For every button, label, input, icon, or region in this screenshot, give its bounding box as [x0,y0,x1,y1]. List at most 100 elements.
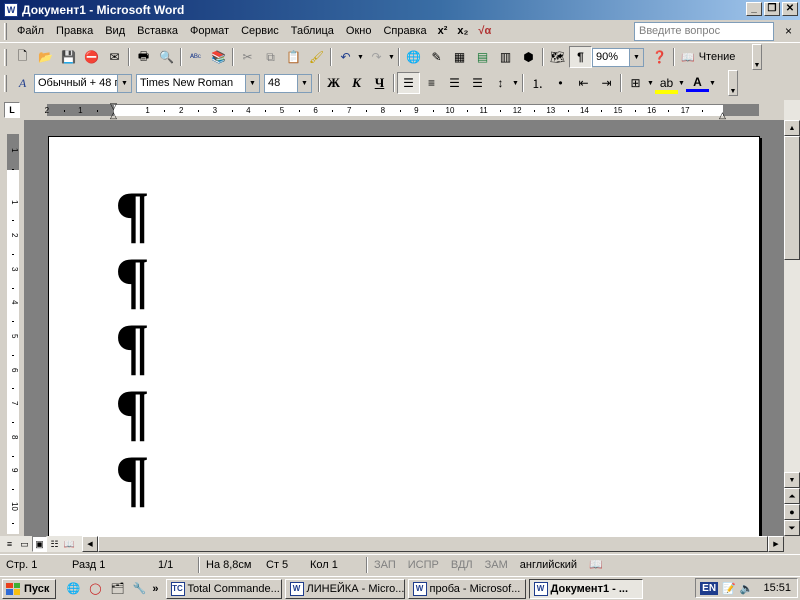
zoom-select[interactable]: 90% ▼ [592,47,644,67]
research-icon[interactable]: 📚 [207,46,230,68]
select-browse-object-icon[interactable]: ● [784,504,800,520]
line-spacing-dropdown-icon[interactable]: ▼ [512,80,520,87]
taskbar-item-document1[interactable]: W Документ1 - ... [528,578,643,599]
read-mode-button[interactable]: 📖 Чтение [677,51,739,64]
outline-view-icon[interactable]: ☷ [47,536,62,552]
ask-question-input[interactable]: Введите вопрос [634,22,774,41]
columns-icon[interactable]: ▥ [494,46,517,68]
tool-icon[interactable]: 🔧 [130,580,148,598]
toolbar-options-icon[interactable]: ▼ [752,44,762,70]
tray-app-icon[interactable]: 📝 [722,582,736,595]
decrease-indent-icon[interactable]: ⇤ [572,72,595,94]
underline-button[interactable]: Ч [368,72,391,94]
close-document-button[interactable]: × [785,24,792,38]
scroll-up-icon[interactable]: ▲ [784,120,800,136]
status-page[interactable]: Стр. 1 [0,559,66,571]
previous-page-icon[interactable]: ⏶ [784,488,800,504]
numbering-icon[interactable]: ⒈ [526,72,549,94]
highlight-dropdown-icon[interactable]: ▼ [678,80,686,87]
highlight-icon[interactable]: ab [655,72,678,94]
status-section[interactable]: Разд 1 [66,559,152,571]
status-pages[interactable]: 1/1 [152,559,198,571]
chevron-down-icon[interactable]: ▼ [117,74,131,92]
align-center-icon[interactable]: ≡ [420,72,443,94]
open-folder-icon[interactable]: 📂 [34,46,57,68]
paste-icon[interactable]: 📋 [282,46,305,68]
toolbar-options-icon[interactable]: ▼ [728,70,738,96]
reading-view-icon[interactable]: 📖 [62,536,77,552]
increase-indent-icon[interactable]: ⇥ [595,72,618,94]
menu-view[interactable]: Вид [99,25,131,37]
print-preview-icon[interactable]: 🔍 [155,46,178,68]
media-icon[interactable]: 🗂 [108,580,126,598]
undo-dropdown-icon[interactable]: ▼ [357,54,365,61]
style-select[interactable]: Обычный + 48 г ▼ [34,73,132,93]
document-map-icon[interactable]: 🗺 [546,46,569,68]
bold-button[interactable]: Ж [322,72,345,94]
font-size-select[interactable]: 48 ▼ [264,73,312,93]
tab-stop-selector[interactable]: L [4,102,20,118]
horizontal-ruler[interactable]: 2 1 1 2 3 4 5 6 7 8 9 10 11 12 13 14 15 16 17 ▽ △ △ [45,101,759,120]
print-layout-view-icon[interactable]: ▣ [32,536,47,552]
language-indicator[interactable]: EN [700,581,719,595]
justify-icon[interactable]: ☰ [466,72,489,94]
minimize-button[interactable]: _ [746,2,762,16]
taskbar-item-proba[interactable]: W проба - Microsof... [407,578,526,599]
next-page-icon[interactable]: ⏷ [784,520,800,536]
menu-file[interactable]: Файл [11,25,50,37]
word-app-icon[interactable]: W [4,3,18,17]
drawing-icon[interactable]: ⬢ [517,46,540,68]
show-hide-pilcrow-icon[interactable]: ¶ [569,46,592,68]
restore-button[interactable]: ❐ [764,2,780,16]
line-spacing-icon[interactable]: ↕ [489,72,512,94]
undo-icon[interactable]: ↶ [334,46,357,68]
close-button[interactable]: ✕ [782,2,798,16]
document-page[interactable]: ¶ ¶ ¶ ¶ ¶ [48,136,760,536]
status-language[interactable]: английский [514,559,583,571]
insert-excel-icon[interactable]: ▤ [471,46,494,68]
menu-tools[interactable]: Сервис [235,25,285,37]
cut-icon[interactable]: ✂ [236,46,259,68]
vertical-scrollbar[interactable]: ▲ ▼ ⏶ ● ⏷ [784,100,800,536]
chevron-down-icon[interactable]: ▼ [629,48,643,66]
status-position[interactable]: На 8,8см [200,559,260,571]
menu-table[interactable]: Таблица [285,25,340,37]
superscript-button[interactable]: x² [433,25,453,37]
vertical-ruler[interactable]: 1 1 2 3 4 5 6 7 8 9 10 [7,134,19,534]
font-select[interactable]: Times New Roman ▼ [136,73,260,93]
opera-icon[interactable]: ◯ [86,580,104,598]
menu-edit[interactable]: Правка [50,25,99,37]
bullets-icon[interactable]: • [549,72,572,94]
taskbar-item-total-commander[interactable]: TC Total Commande... [165,578,282,599]
scroll-thumb[interactable] [784,136,800,260]
status-overtype[interactable]: ЗАМ [479,559,514,571]
normal-view-icon[interactable]: ≡ [2,536,17,552]
tables-borders-icon[interactable]: ✎ [425,46,448,68]
email-icon[interactable]: ✉ [103,46,126,68]
scroll-left-icon[interactable]: ◀ [82,536,98,552]
borders-icon[interactable]: ⊞ [624,72,647,94]
menu-format[interactable]: Формат [184,25,235,37]
toolbar-grip[interactable] [4,74,7,92]
clock[interactable]: 15:51 [763,582,791,594]
help-icon[interactable]: ❓ [648,46,671,68]
subscript-button[interactable]: x₂ [452,25,473,37]
font-color-icon[interactable]: A [686,74,709,92]
italic-button[interactable]: К [345,72,368,94]
redo-icon[interactable]: ↷ [365,46,388,68]
taskbar-item-lineyka[interactable]: W ЛИНЕЙКА - Micro... [284,578,405,599]
status-column[interactable]: Кол 1 [304,559,366,571]
scroll-right-icon[interactable]: ▶ [768,536,784,552]
borders-dropdown-icon[interactable]: ▼ [647,80,655,87]
status-line[interactable]: Ст 5 [260,559,304,571]
styles-formatting-icon[interactable]: A [11,72,34,94]
quick-launch-more[interactable]: » [152,583,158,595]
format-painter-icon[interactable]: 🖌 [305,46,328,68]
equation-button[interactable]: √α [473,25,496,37]
scroll-down-icon[interactable]: ▼ [784,472,800,488]
menu-help[interactable]: Справка [377,25,432,37]
menu-window[interactable]: Окно [340,25,378,37]
toolbar-grip[interactable] [4,48,7,66]
menubar-grip[interactable] [4,22,7,40]
horizontal-scroll-thumb[interactable] [98,536,768,552]
